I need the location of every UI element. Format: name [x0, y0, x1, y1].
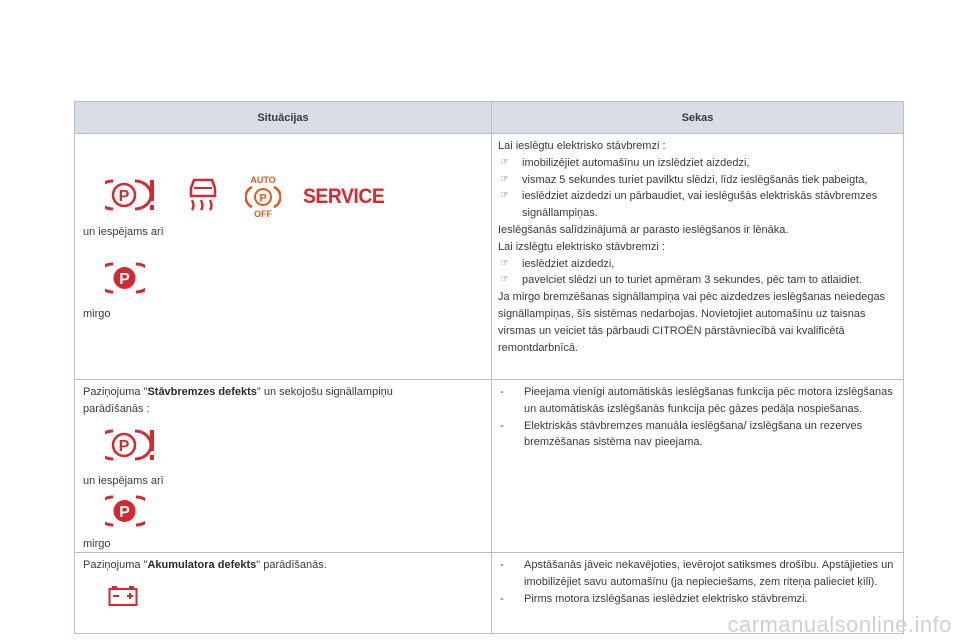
situations-table: Situācijas Sekas P AUTO P OFF SERVICE un… [74, 101, 904, 634]
hand-pointer-icon: ☞ [500, 257, 509, 269]
row2-consequence: - Pieejama vienīgi automātiskās ieslēgšan… [491, 379, 904, 553]
list-item: - Pirms motora izslēgšanas ieslēdziet ele… [500, 592, 808, 605]
table-row: P AUTO P OFF SERVICE un iespējams arī P … [74, 133, 904, 380]
service-icon: SERVICE [303, 185, 385, 208]
closing-text: Ja mirgo bremzēšanas signāllampiņa vai p… [498, 291, 886, 354]
svg-text:P: P [119, 438, 130, 455]
note-text: Ieslēgšanās salīdzinājumā ar parasto ies… [498, 223, 789, 236]
row1-consequence: Lai ieslēgtu elektrisko stāvbremzi : ☞ im… [491, 133, 904, 380]
row2-situation: Paziņojuma "Stāvbremzes defekts" un seko… [74, 379, 492, 553]
off-label: OFF [254, 209, 272, 218]
hand-pointer-icon: ☞ [500, 274, 509, 286]
row3-situation: Paziņojuma "Akumulatora defekts" parādīš… [74, 552, 492, 634]
watermark: carmanualsonline.info [727, 612, 952, 637]
table-header-row: Situācijas Sekas [74, 101, 904, 134]
auto-off-parking-icon: AUTO P OFF [245, 175, 281, 218]
list-item: - Elektriskās stāvbremzes manuāla ieslēgš… [500, 419, 863, 449]
row1-situation: P AUTO P OFF SERVICE un iespējams arī P … [74, 133, 492, 380]
stability-control-icon [189, 178, 217, 211]
intro2-text: Lai izslēgtu elektrisko stāvbremzi : [498, 240, 665, 253]
list-item: - Pieejama vienīgi automātiskās ieslēgšan… [500, 386, 893, 415]
header-situations: Situācijas [74, 101, 492, 134]
svg-text:P: P [259, 193, 266, 205]
parking-brake-icon: P [105, 262, 145, 294]
parking-brake-fault-icon: P [105, 429, 154, 461]
header-consequences: Sekas [491, 101, 904, 134]
also-possible-text: un iespējams arī [83, 226, 164, 238]
battery-icon [108, 586, 138, 606]
list-item: ☞ vismaz 5 sekundes turiet pavilktu slēdz… [498, 172, 895, 189]
svg-text:P: P [119, 271, 130, 288]
table-row: Paziņojuma "Stāvbremzes defekts" un seko… [74, 379, 904, 553]
blinks-text: mirgo [83, 308, 111, 320]
parking-brake-fault-icon: P [105, 179, 154, 211]
also-possible-text: un iespējams arī [83, 475, 164, 487]
hand-pointer-icon: ☞ [500, 173, 509, 185]
fault-message-text: Paziņojuma "Stāvbremzes defekts" un seko… [83, 386, 393, 415]
list-item: - Apstāšanās jāveic nekavējoties, ievēroj… [500, 559, 894, 588]
auto-label: AUTO [250, 175, 275, 185]
hand-pointer-icon: ☞ [500, 156, 509, 168]
intro-text: Lai ieslēgtu elektrisko stāvbremzi : [498, 140, 666, 152]
blinks-text: mirgo [83, 538, 111, 550]
hand-pointer-icon: ☞ [500, 190, 509, 202]
list-item: ☞ pavelciet slēdzi un to turiet apmēram 3… [498, 272, 895, 289]
svg-text:P: P [119, 188, 130, 205]
svg-text:P: P [119, 504, 130, 521]
list-item: ☞ ieslēdziet aizdedzi un pārbaudiet, vai … [500, 190, 878, 220]
list-item: ☞ ieslēdziet aizdedzi, [498, 256, 895, 273]
parking-brake-icon: P [105, 495, 145, 527]
battery-message-text: Paziņojuma "Akumulatora defekts" parādīš… [83, 559, 327, 571]
list-item: ☞ imobilizējiet automašīnu un izslēdziet … [498, 155, 895, 172]
